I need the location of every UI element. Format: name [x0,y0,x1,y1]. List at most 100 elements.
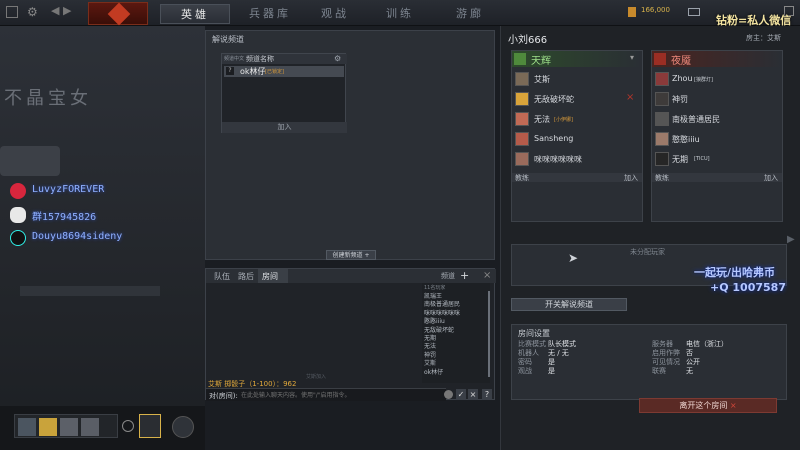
chat-input-row: 对(房间): [206,388,446,401]
player-name: 神罚 [672,95,688,104]
gear-icon[interactable]: ⚙ [27,5,38,19]
avatar [655,72,669,86]
toggle-commentary-button[interactable]: 开关解说频道 [511,298,627,311]
dire-slot[interactable]: 无期 [TICU] [654,151,780,171]
expand-arrow-icon[interactable]: ▶ [787,234,795,245]
settings-title: 房间设置 [518,329,550,338]
player-tag: [TICU] [694,156,710,162]
tab-armory[interactable]: 兵器库 [240,4,300,24]
tab-after-chat[interactable]: 路后 [238,271,254,282]
player-tag: [狼群灯] [694,77,713,83]
dire-name: 夜魇 [671,56,691,67]
commentary-panel: 解说频道 频道中文 频道名称 ⚙ ? ok林仔 [已锁定] 加入 创建新频道 + [205,30,495,260]
back-arrow-icon[interactable]: ◀ [51,4,59,17]
social-douyin: Douyu8694sideny [32,231,123,242]
close-chat-icon[interactable]: × [483,270,491,281]
coach-join-button[interactable]: 加入 [624,173,638,183]
chat-player[interactable]: 艾斯 [424,360,460,368]
backdrop-bar [20,286,160,296]
chat-input[interactable] [241,390,441,401]
shards-icon [628,7,636,17]
chat-player[interactable]: 无敌破坏蛇 [424,327,460,335]
chat-player[interactable]: 咪咪咪咪咪咪 [424,310,460,318]
backdrop-shape [0,146,60,176]
player-tag: [小伊娜] [554,117,573,123]
radiant-slot[interactable]: 无法 [小伊娜] [514,111,640,131]
avatar [655,132,669,146]
avatar [515,72,529,86]
coach-label: 教练 [515,174,529,182]
party-avatar[interactable] [81,418,99,436]
netease-music-icon [10,183,26,199]
players-scrollbar[interactable] [488,291,490,377]
tab-arcade[interactable]: 游廊 [440,4,500,24]
lobby-host: 房主：艾斯 [746,34,781,42]
radiant-slot[interactable]: 艾斯 [514,71,640,91]
player-name: Sansheng [534,134,574,143]
radiant-slot[interactable]: 咪咪咪咪咪咪 [514,151,640,171]
dire-emblem-icon [654,53,666,65]
chevron-down-icon[interactable]: ▾ [630,53,634,62]
radiant-coach-bar: 教练 加入 [512,173,642,182]
channel-col-left: 频道中文 [224,56,245,62]
refresh-icon[interactable] [122,420,134,432]
avatar [515,152,529,166]
setting-value: 是 [548,367,555,375]
party-avatar[interactable] [39,418,57,436]
tab-team-chat[interactable]: 队伍 [214,271,230,282]
chat-player[interactable]: 无法 [424,343,460,351]
rank-medal-icon[interactable] [139,414,161,438]
chat-player[interactable]: 憨憨iiiu [424,318,460,326]
tab-room-chat[interactable]: 房间 [258,269,288,283]
party-avatar[interactable] [18,418,36,436]
dota-logo-button[interactable] [88,2,148,26]
tab-heroes[interactable]: 英雄 [160,4,230,24]
player-name: 憨憨iiiu [672,135,700,144]
radiant-slot[interactable]: 无敌破坏蛇 × [514,91,640,111]
radiant-header: 天辉 ▾ [512,51,642,67]
tab-watch[interactable]: 观战 [305,4,365,24]
kick-icon[interactable]: × [626,92,634,103]
party-avatar[interactable] [60,418,78,436]
add-channel-icon[interactable]: + [460,269,469,282]
radiant-slot[interactable]: Sansheng [514,131,640,151]
tab-learn[interactable]: 训练 [370,4,430,24]
player-name: 无期 [672,155,688,164]
mail-icon[interactable] [688,8,700,16]
menu-grid-icon[interactable] [172,416,194,438]
player-name: 无敌破坏蛇 [534,95,574,104]
avatar [655,112,669,126]
channel-row[interactable]: ? ok林仔 [已锁定] [224,66,344,77]
gold-amount: 166,000 [641,6,670,14]
avatar [515,132,529,146]
avatar [655,152,669,166]
dire-slot[interactable]: Zhou [狼群灯] [654,71,780,91]
channel-join-button[interactable]: 加入 [222,122,347,133]
dota-logo-icon [107,2,131,26]
check-icon[interactable]: ✓ [456,389,466,400]
chat-faint-line: 艾斯加入 [306,374,327,380]
chat-player[interactable]: 神罚 [424,352,460,360]
player-name: 艾斯 [534,75,550,84]
chat-player[interactable]: 南极普通居民 [424,301,460,309]
room-settings: 房间设置 比赛模式 队长模式 机器人 无 / 无 密码 是 观战 是 服务器 电… [511,324,787,400]
chat-player[interactable]: ok林仔 [424,369,460,377]
forward-arrow-icon[interactable]: ▶ [63,4,71,17]
coach-join-button[interactable]: 加入 [764,173,778,183]
channel-card-header: 频道中文 频道名称 ⚙ [222,54,347,64]
dashboard-icon[interactable] [6,6,18,18]
watermark-line1: 一起玩/出哈弗币 [694,266,776,279]
create-channel-button[interactable]: 创建新频道 + [326,250,376,260]
dire-slot[interactable]: 神罚 [654,91,780,111]
dire-slot[interactable]: 憨憨iiiu [654,131,780,151]
channel-filter[interactable]: 频道 [441,271,455,281]
dire-slot[interactable]: 南极普通居民 [654,111,780,131]
emoji-icon[interactable] [444,390,453,399]
unassigned-label: 未分配玩家 [630,248,665,256]
leave-room-button[interactable]: 离开这个房间 × [639,398,777,413]
settings-gear-icon[interactable]: ⚙ [334,54,341,63]
dire-header: 夜魇 [652,51,782,67]
help-icon[interactable]: ? [482,389,492,400]
close-icon[interactable]: × [468,389,478,400]
lobby-panel: 小刘666 房主：艾斯 天辉 ▾ 艾斯 无敌破坏蛇 × 无法 [小伊娜] San… [500,26,800,450]
